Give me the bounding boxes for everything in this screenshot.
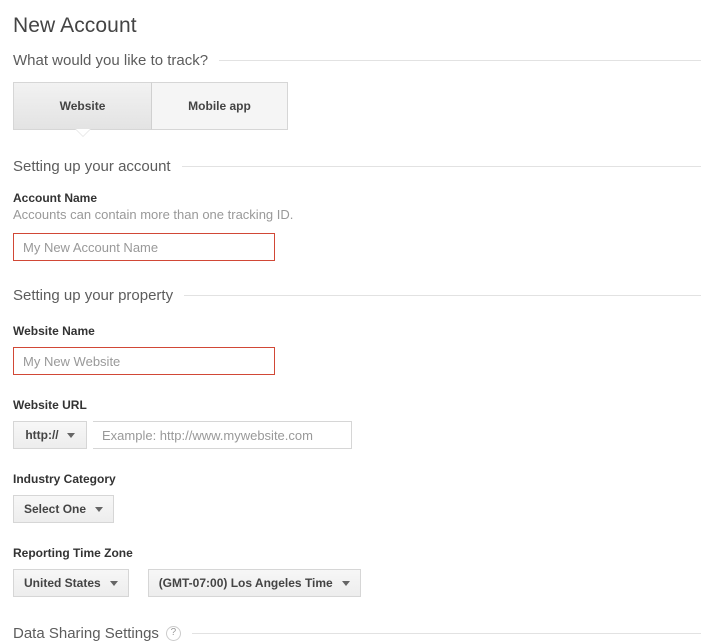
- selected-tab-caret-icon: [75, 129, 91, 137]
- section-divider: [181, 165, 701, 167]
- website-url-label: Website URL: [13, 398, 87, 412]
- new-account-page: New Account What would you like to track…: [0, 0, 701, 643]
- chevron-down-icon: [95, 506, 104, 512]
- industry-category-select[interactable]: Select One: [13, 495, 115, 523]
- protocol-select-value: http://: [25, 428, 59, 442]
- track-section-title: What would you like to track?: [13, 51, 209, 69]
- tab-mobile-app-label: Mobile app: [188, 99, 251, 113]
- website-name-input[interactable]: [13, 347, 275, 375]
- time-zone-country-value: United States: [24, 576, 101, 590]
- account-name-field: Account Name Accounts can contain more t…: [0, 190, 701, 261]
- track-section-header: What would you like to track?: [0, 50, 701, 70]
- account-name-input[interactable]: [13, 233, 275, 261]
- section-divider: [219, 59, 701, 61]
- website-url-group: http://: [13, 421, 701, 449]
- account-name-help-text: Accounts can contain more than one track…: [13, 207, 294, 222]
- property-section-header: Setting up your property: [0, 285, 701, 305]
- reporting-time-zone-label: Reporting Time Zone: [13, 546, 133, 560]
- help-icon[interactable]: ?: [165, 625, 181, 641]
- reporting-time-zone-field: Reporting Time Zone: [0, 545, 701, 561]
- reporting-time-zone-controls: United States (GMT-07:00) Los Angeles Ti…: [0, 569, 701, 597]
- track-type-tabs: Website Mobile app: [13, 82, 288, 137]
- time-zone-offset-select[interactable]: (GMT-07:00) Los Angeles Time: [147, 569, 361, 597]
- industry-category-field: Industry Category Select One: [0, 471, 701, 523]
- property-section-title: Setting up your property: [13, 286, 174, 304]
- website-url-field: Website URL http://: [0, 397, 701, 449]
- page-title: New Account: [13, 14, 137, 37]
- section-divider: [184, 294, 701, 296]
- industry-category-value: Select One: [24, 502, 87, 516]
- data-sharing-section-header: Data Sharing Settings ?: [0, 623, 701, 643]
- account-name-label: Account Name: [13, 191, 98, 205]
- chevron-down-icon: [341, 580, 350, 586]
- time-zone-offset-value: (GMT-07:00) Los Angeles Time: [158, 576, 333, 590]
- chevron-down-icon: [66, 432, 75, 438]
- tab-mobile-app[interactable]: Mobile app: [152, 82, 288, 130]
- time-zone-country-select[interactable]: United States: [13, 569, 129, 597]
- website-name-field: Website Name: [0, 323, 701, 375]
- section-divider: [191, 632, 701, 634]
- industry-category-label: Industry Category: [13, 472, 116, 486]
- tab-website-label: Website: [59, 99, 106, 113]
- website-name-label: Website Name: [13, 324, 95, 338]
- chevron-down-icon: [109, 580, 118, 586]
- protocol-select[interactable]: http://: [13, 421, 87, 449]
- account-section-header: Setting up your account: [0, 156, 701, 176]
- data-sharing-section-title: Data Sharing Settings: [13, 624, 159, 642]
- tab-website[interactable]: Website: [13, 82, 152, 130]
- website-url-input[interactable]: [93, 421, 352, 449]
- account-section-title: Setting up your account: [13, 157, 171, 175]
